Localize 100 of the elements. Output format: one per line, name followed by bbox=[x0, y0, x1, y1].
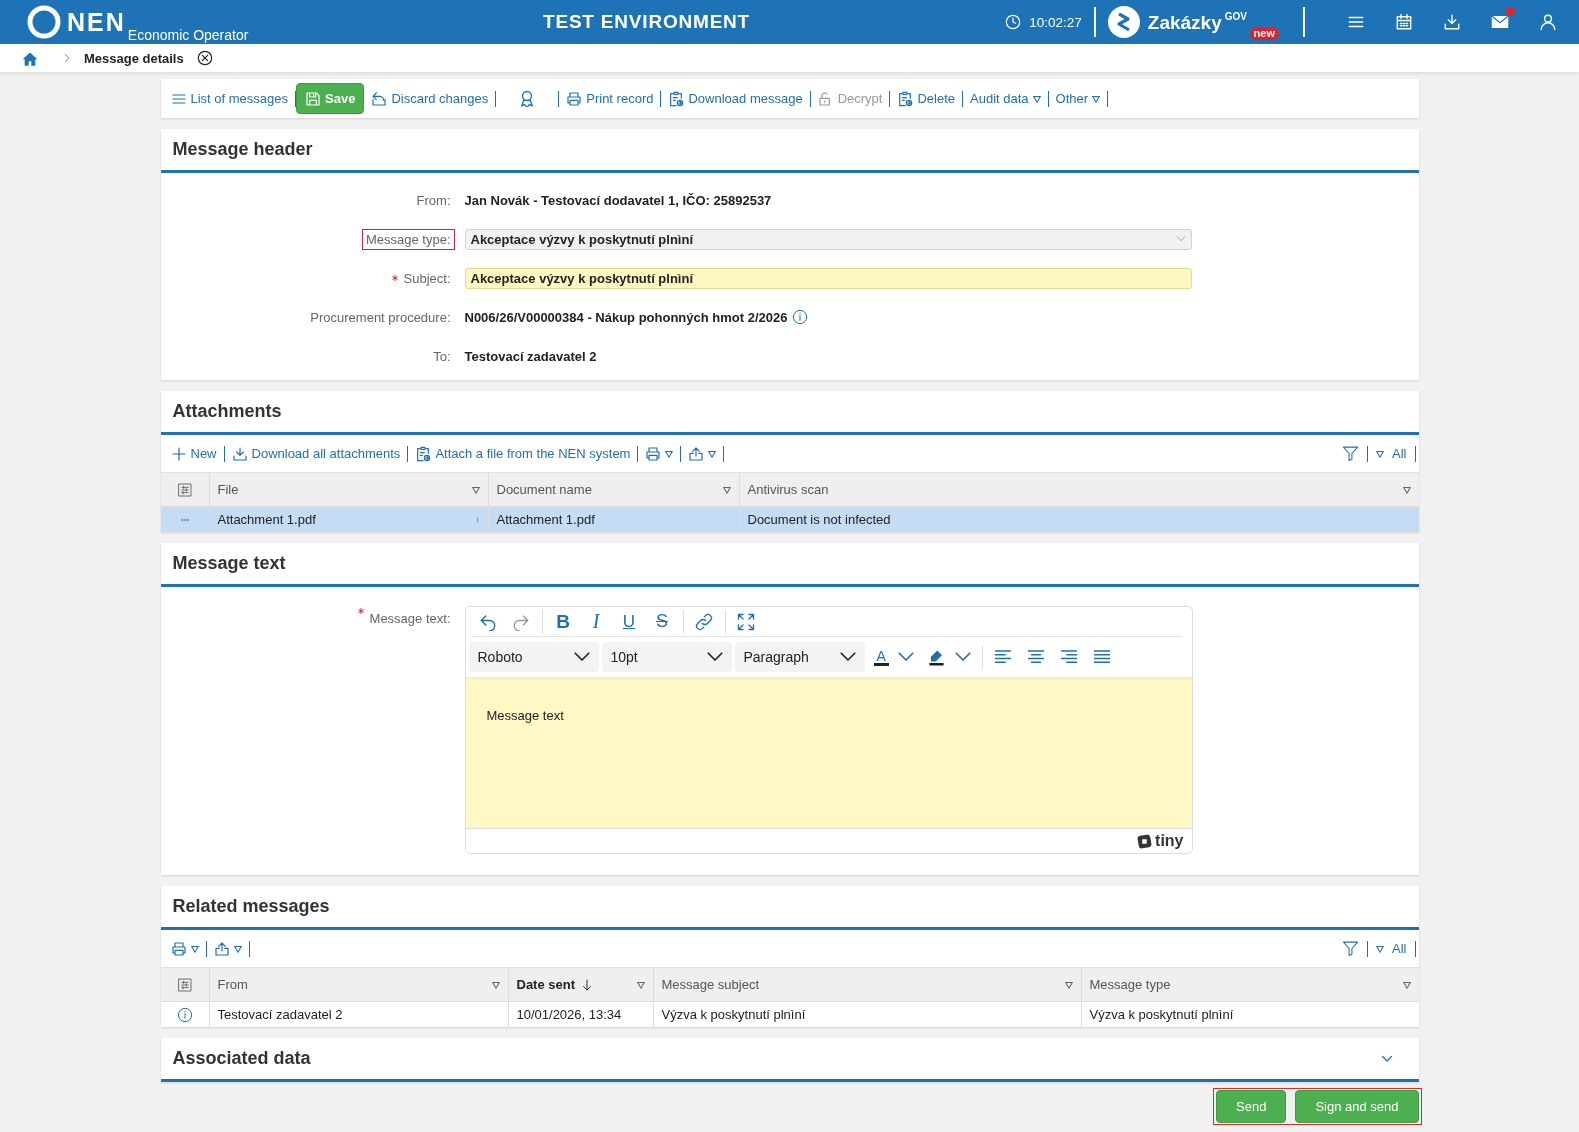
select-field[interactable]: Akceptace výzvy k poskytnutí plnìní bbox=[464, 228, 1192, 250]
field-label: Message text: bbox=[368, 610, 452, 628]
brand-name: Zakázky$^{GOV}$ bbox=[1147, 10, 1247, 34]
section-title: Related messages bbox=[172, 896, 330, 917]
section-title: Associated data bbox=[172, 1048, 311, 1069]
new-button[interactable]: New bbox=[163, 438, 224, 469]
align-right-icon bbox=[1060, 648, 1079, 666]
attach-button[interactable]: Attach a file from the NEN system bbox=[408, 438, 638, 469]
table-cell: Testovací zadavatel 2 bbox=[217, 1007, 343, 1022]
caret-icon bbox=[190, 944, 199, 953]
column-settings-icon[interactable] bbox=[176, 481, 193, 498]
column-header[interactable]: Message type bbox=[1080, 968, 1419, 1001]
section-title: Attachments bbox=[172, 401, 282, 422]
caret-icon bbox=[665, 449, 674, 458]
caret-icon bbox=[1032, 94, 1041, 103]
section-title: Message text bbox=[172, 553, 286, 574]
bold-button[interactable]: B bbox=[546, 607, 580, 636]
close-icon[interactable] bbox=[196, 50, 213, 66]
caret-icon bbox=[1376, 944, 1385, 953]
info-icon[interactable] bbox=[176, 1006, 193, 1023]
chevron-right-icon bbox=[62, 53, 72, 63]
field-label: Procurement procedure: bbox=[309, 308, 452, 327]
caret-icon bbox=[1376, 449, 1385, 458]
caret-icon bbox=[1064, 980, 1073, 989]
clock-time: 10:02:27 bbox=[1029, 14, 1082, 30]
download-all-button[interactable]: Download all attachments bbox=[224, 438, 408, 469]
field-value: Testovací zadavatel 2 bbox=[464, 348, 597, 364]
environment-title: TEST ENVIRONMENT bbox=[543, 11, 751, 33]
dropdown-select[interactable]: Paragraph bbox=[734, 642, 865, 672]
caret-icon bbox=[636, 980, 645, 989]
discard-button[interactable]: Discard changes bbox=[364, 83, 496, 114]
brand-name: tiny bbox=[1155, 832, 1184, 850]
caret-icon bbox=[1092, 94, 1101, 103]
undo-icon bbox=[479, 612, 497, 631]
clock-icon bbox=[1005, 14, 1022, 30]
align-center-icon bbox=[1027, 648, 1046, 666]
dropdown-select[interactable]: 10pt bbox=[601, 642, 732, 672]
field-value: Jan Novák - Testovací dodavatel 1, IČO: 25892537 bbox=[464, 192, 772, 208]
chevron-down-icon bbox=[1175, 234, 1186, 244]
logo-icon[interactable] bbox=[1107, 6, 1140, 38]
info-icon[interactable] bbox=[792, 309, 809, 325]
filter-icon[interactable] bbox=[1342, 940, 1360, 957]
app-subtitle: Economic Operator bbox=[127, 27, 249, 43]
filter-icon[interactable] bbox=[1342, 445, 1360, 462]
printer-icon bbox=[645, 445, 662, 462]
user-icon[interactable] bbox=[1539, 13, 1557, 31]
calendar-icon[interactable] bbox=[1395, 13, 1413, 31]
section-title: Message header bbox=[172, 139, 313, 160]
underline-button[interactable]: U bbox=[612, 607, 646, 636]
strikethrough-button[interactable]: S bbox=[645, 607, 679, 636]
list-link[interactable]: List of messages bbox=[163, 83, 296, 114]
italic-button[interactable]: I bbox=[579, 607, 613, 636]
column-header[interactable]: Antivirus scan bbox=[738, 473, 1419, 506]
column-header[interactable]: Message subject bbox=[652, 968, 1081, 1001]
field-label: From: bbox=[415, 191, 452, 210]
undo-arrow-icon bbox=[371, 90, 388, 107]
printer-icon bbox=[170, 940, 187, 957]
home-icon[interactable] bbox=[22, 50, 38, 66]
printer-icon bbox=[566, 90, 583, 107]
column-settings-icon[interactable] bbox=[176, 976, 193, 993]
table-cell: Výzva k poskytnutí plnìní bbox=[1089, 1007, 1234, 1022]
mail-icon[interactable] bbox=[1491, 15, 1509, 29]
table-cell: Document is not infected bbox=[747, 512, 891, 527]
filter-menu-button[interactable]: All bbox=[1368, 933, 1415, 964]
delete-button[interactable]: Delete bbox=[890, 83, 962, 114]
caret-icon bbox=[471, 485, 480, 494]
clipboard-icon bbox=[668, 90, 685, 107]
download-icon[interactable] bbox=[1443, 13, 1461, 31]
logo-icon bbox=[27, 5, 61, 39]
link-icon bbox=[695, 612, 713, 631]
download-icon bbox=[231, 445, 248, 462]
download-button[interactable]: Download message bbox=[661, 83, 810, 114]
plus-icon bbox=[170, 445, 187, 462]
breadcrumb-current: Message details bbox=[84, 50, 184, 66]
text-input[interactable]: Akceptace výzvy k poskytnutí plnìní bbox=[464, 267, 1192, 289]
caret-icon bbox=[708, 449, 717, 458]
caret-icon bbox=[233, 944, 242, 953]
print-button[interactable]: Print record bbox=[559, 83, 661, 114]
table-cell: Attachment 1.pdf bbox=[217, 512, 316, 527]
column-header[interactable]: Document name bbox=[487, 473, 739, 506]
column-header[interactable]: From bbox=[208, 968, 508, 1001]
caret-icon bbox=[1402, 980, 1411, 989]
caret-icon bbox=[1402, 485, 1411, 494]
dropdown-select[interactable]: Roboto bbox=[468, 642, 599, 672]
message-text-field[interactable]: Message text bbox=[465, 677, 1192, 828]
table-row[interactable]: Testovací zadavatel 2 10/01/2026, 13:34 Výzva k poskytnutí plnìní Výzva k poskytnutí plnìní bbox=[160, 1002, 1419, 1027]
column-header[interactable]: File bbox=[208, 473, 488, 506]
dropdown-button[interactable]: Audit data bbox=[963, 83, 1048, 114]
logo-icon bbox=[1137, 833, 1153, 849]
field-label: Message type: bbox=[361, 228, 455, 250]
dropdown-button[interactable]: Other bbox=[1048, 83, 1108, 114]
filter-menu-button[interactable]: All bbox=[1368, 438, 1415, 469]
caret-icon bbox=[491, 980, 500, 989]
table-cell: 10/01/2026, 13:34 bbox=[516, 1007, 622, 1022]
text-color-button[interactable]: A bbox=[867, 643, 921, 671]
fullscreen-icon bbox=[737, 612, 755, 631]
column-header[interactable]: Date sent bbox=[507, 968, 653, 1001]
field-value: N006/26/V00000384 - Nákup pohonných hmot 2/2026 bbox=[464, 309, 788, 325]
clipboard-icon bbox=[897, 90, 914, 107]
field-label: To: bbox=[432, 347, 452, 366]
